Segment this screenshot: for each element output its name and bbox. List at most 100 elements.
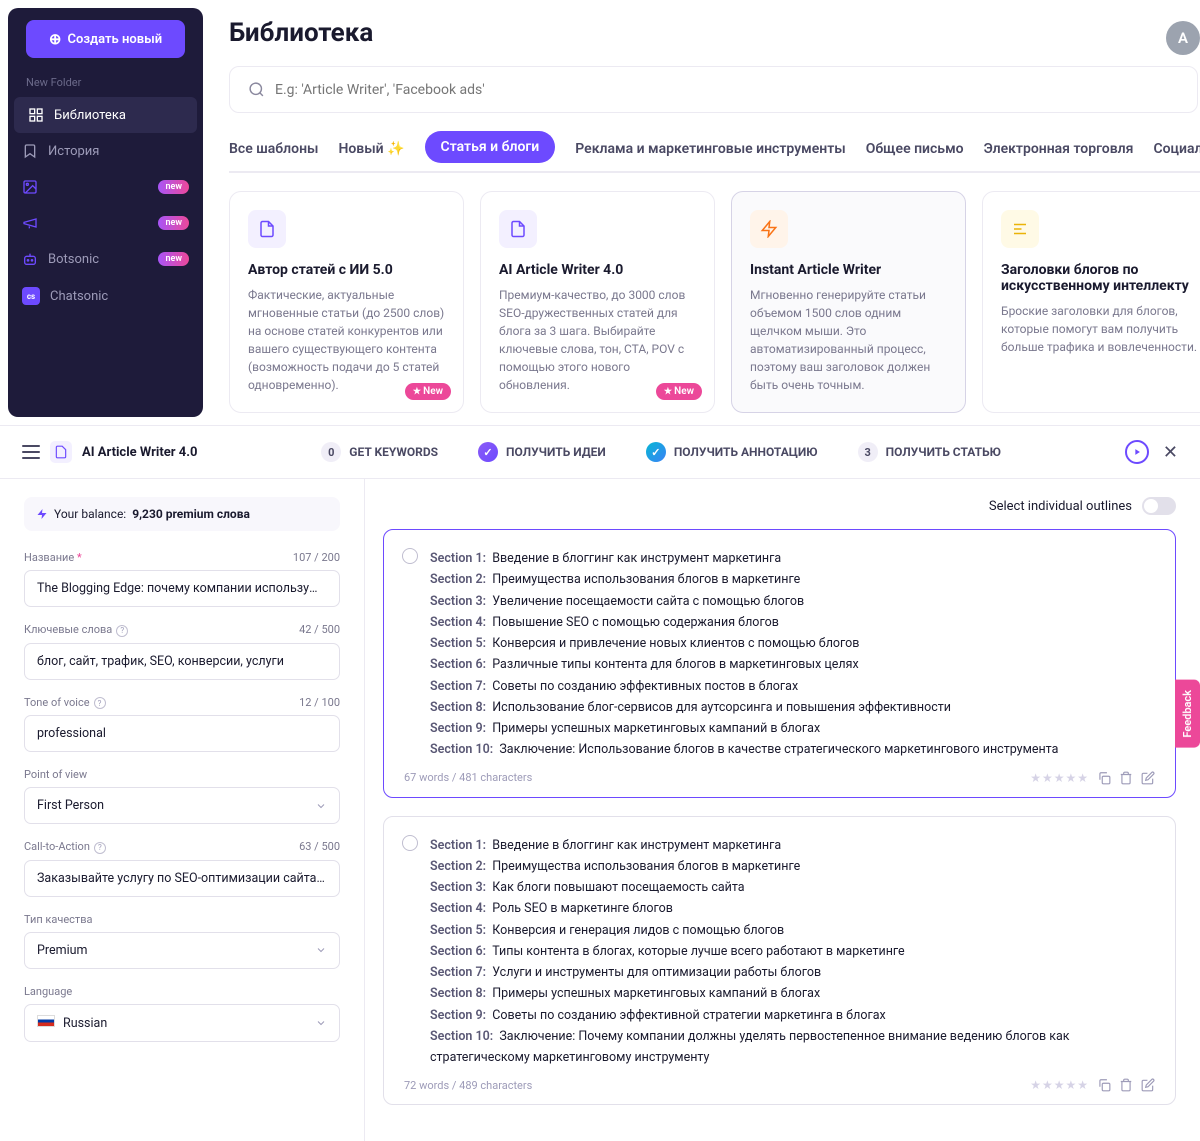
card-desc: Броские заголовки для блогов, которые по… [1001,302,1198,356]
section-row: Section 10: Заключение: Использование бл… [430,739,1155,760]
chevron-down-icon [315,800,327,812]
main-content: Библиотека A Все шаблоны Новый ✨ Статья … [211,0,1200,425]
outline-card[interactable]: Section 1: Введение в блоггинг как инстр… [383,816,1176,1106]
step-label: ПОЛУЧИТЬ АННОТАЦИЮ [674,445,818,459]
cta-input[interactable] [24,860,340,897]
step-number: 3 [858,442,878,462]
step-label: GET KEYWORDS [349,445,438,459]
copy-icon[interactable] [1097,771,1111,785]
stepper-bar: AI Article Writer 4.0 0GET KEYWORDS ✓ПОЛ… [0,426,1200,479]
close-icon[interactable]: ✕ [1163,442,1178,463]
create-new-button[interactable]: ⊕ Создать новый [26,20,185,58]
step-check-icon: ✓ [478,442,498,462]
cs-icon: cs [22,287,40,305]
create-new-label: Создать новый [67,32,162,47]
template-card[interactable]: Автор статей с ИИ 5.0 Фактические, актуа… [229,191,464,413]
rating-stars[interactable]: ★★★★★ [1030,771,1089,785]
card-desc: Фактические, актуальные мгновенные стать… [248,286,445,394]
play-button[interactable] [1125,440,1149,464]
section-row: Section 6: Различные типы контента для б… [430,654,1155,675]
step-label: ПОЛУЧИТЬ ИДЕИ [506,445,606,459]
feedback-tab[interactable]: Feedback [1175,680,1200,748]
new-badge: New [656,383,702,400]
field-label: Tone of voice [24,696,90,709]
tab-general[interactable]: Общее письмо [866,131,964,171]
individual-outlines-toggle[interactable] [1142,497,1176,515]
word-count: 72 words / 489 characters [404,1079,532,1092]
trash-icon[interactable] [1119,771,1133,785]
tool-icon [50,441,72,463]
field-label: Тип качества [24,913,92,926]
edit-icon[interactable] [1141,771,1155,785]
pov-select[interactable]: First Person [24,787,340,824]
sidebar-item-label: Chatsonic [50,289,108,304]
sidebar-item-library[interactable]: Библиотека [14,97,197,133]
sidebar-item-announce[interactable]: new [8,205,203,241]
select-value: Premium [37,943,88,958]
toggle-label: Select individual outlines [989,499,1132,514]
word-count: 67 words / 481 characters [404,771,532,784]
tab-social[interactable]: Социальные медиа [1153,131,1200,171]
form-panel: Your balance: 9,230 premium слова Назван… [0,479,365,1141]
trash-icon[interactable] [1119,1078,1133,1092]
sidebar-item-image[interactable]: new [8,169,203,205]
title-input[interactable] [24,570,340,607]
field-label: Название [24,551,74,564]
section-row: Section 3: Увеличение посещаемости сайта… [430,591,1155,612]
section-row: Section 8: Примеры успешных маркетинговы… [430,983,1155,1004]
step-article[interactable]: 3ПОЛУЧИТЬ СТАТЬЮ [858,442,1001,462]
sidebar-item-chatsonic[interactable]: cs Chatsonic [8,277,203,315]
template-card[interactable]: Instant Article Writer Мгновенно генерир… [731,191,966,413]
menu-icon[interactable] [22,445,40,459]
page-title: Библиотека [229,18,373,48]
template-cards: Автор статей с ИИ 5.0 Фактические, актуа… [229,191,1200,425]
sidebar-item-history[interactable]: История [8,133,203,169]
bot-icon [22,251,38,267]
card-title: Instant Article Writer [750,262,947,278]
field-label: Language [24,985,72,998]
tab-ads[interactable]: Реклама и маркетинговые инструменты [575,131,845,171]
char-count: 42 / 500 [299,623,340,637]
search-icon [248,81,265,98]
edit-icon[interactable] [1141,1078,1155,1092]
step-outline[interactable]: ✓ПОЛУЧИТЬ АННОТАЦИЮ [646,442,818,462]
quality-select[interactable]: Premium [24,932,340,969]
step-ideas[interactable]: ✓ ПОЛУЧИТЬ ИДЕИ [478,442,606,462]
section-row: Section 9: Советы по созданию эффективно… [430,1005,1155,1026]
help-icon[interactable]: ? [94,697,106,709]
outline-radio[interactable] [402,835,418,851]
rating-stars[interactable]: ★★★★★ [1030,1078,1089,1092]
chevron-down-icon [315,944,327,956]
bolt-icon [750,210,788,248]
template-card[interactable]: Заголовки блогов по искусственному интел… [982,191,1200,413]
select-value: First Person [37,798,104,813]
tab-all[interactable]: Все шаблоны [229,131,318,171]
tab-article-blog[interactable]: Статья и блоги [425,131,556,163]
section-row: Section 3: Как блоги повышают посещаемос… [430,877,1155,898]
language-select[interactable]: Russian [24,1004,340,1042]
card-desc: Мгновенно генерируйте статьи объемом 150… [750,286,947,394]
tab-new[interactable]: Новый ✨ [338,131,404,171]
help-icon[interactable]: ? [94,842,106,854]
sidebar-item-botsonic[interactable]: Botsonic new [8,241,203,277]
tone-input[interactable] [24,715,340,752]
card-title: AI Article Writer 4.0 [499,262,696,278]
outline-card[interactable]: Section 1: Введение в блоггинг как инстр… [383,529,1176,798]
char-count: 12 / 100 [299,696,340,710]
outline-radio[interactable] [402,548,418,564]
tab-ecommerce[interactable]: Электронная торговля [984,131,1134,171]
card-title: Автор статей с ИИ 5.0 [248,262,445,278]
search-input[interactable] [275,82,1179,98]
char-count: 107 / 200 [293,551,340,564]
heading-icon [1001,210,1039,248]
keywords-input[interactable] [24,643,340,680]
sidebar-item-label: Библиотека [54,108,126,123]
copy-icon[interactable] [1097,1078,1111,1092]
template-card[interactable]: AI Article Writer 4.0 Премиум-качество, … [480,191,715,413]
field-label: Call-to-Action [24,840,90,853]
step-keywords[interactable]: 0GET KEYWORDS [321,442,438,462]
help-icon[interactable]: ? [116,625,128,637]
article-writer-panel: AI Article Writer 4.0 0GET KEYWORDS ✓ПОЛ… [0,425,1200,1141]
flag-ru-icon [37,1015,55,1027]
avatar[interactable]: A [1166,21,1200,55]
